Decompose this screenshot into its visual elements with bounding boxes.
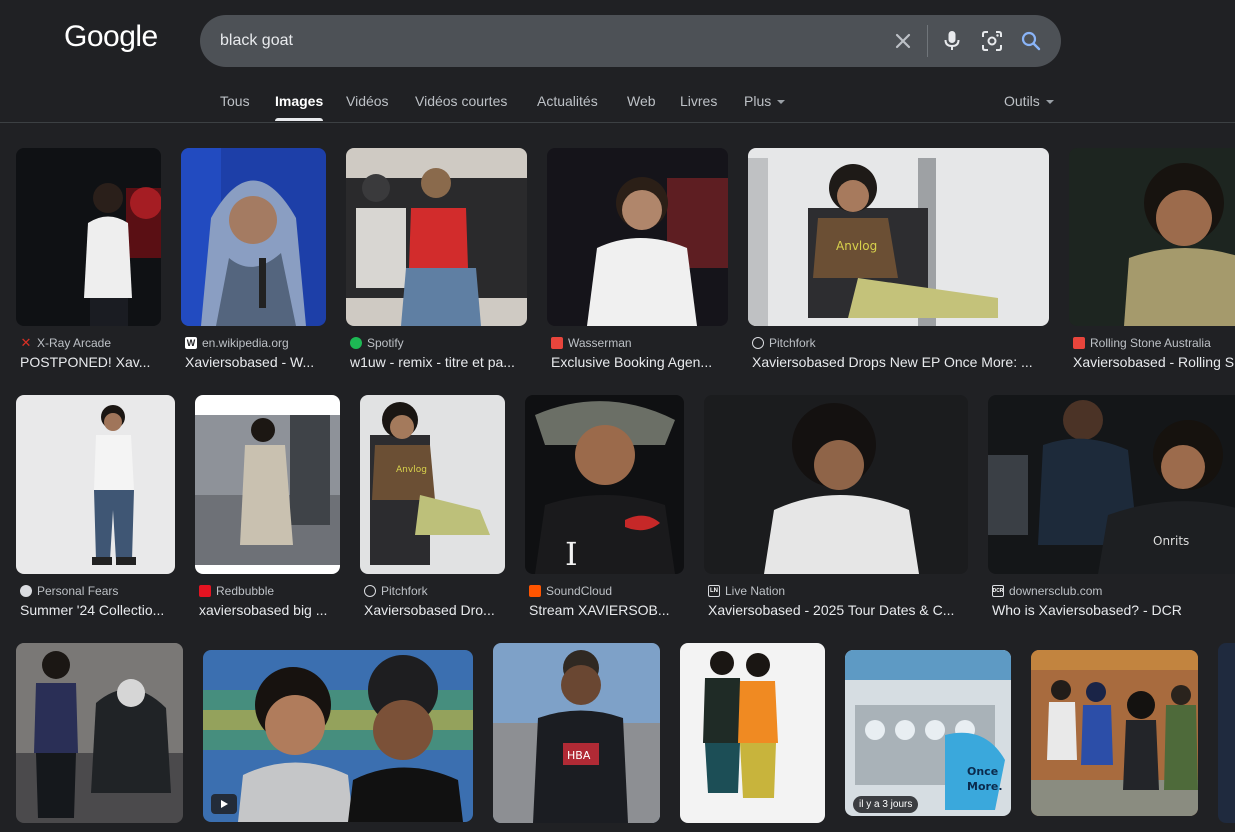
search-divider: [927, 25, 928, 57]
lens-icon[interactable]: [978, 27, 1006, 55]
result-thumbnail[interactable]: [1218, 643, 1235, 823]
search-box[interactable]: [200, 15, 1061, 67]
soundcloud-icon: [529, 585, 541, 597]
pitchfork-icon: [364, 585, 376, 597]
search-icon[interactable]: [1017, 27, 1045, 55]
google-logo[interactable]: Google: [64, 20, 158, 54]
result-source: SoundCloud: [529, 584, 684, 598]
result-source: Spotify: [350, 336, 527, 350]
result-source: Wasserman: [551, 336, 728, 350]
result-source: Wen.wikipedia.org: [185, 336, 289, 350]
svg-text:I: I: [565, 535, 578, 573]
clear-icon[interactable]: [889, 27, 917, 55]
pitchfork-icon: [752, 337, 764, 349]
result-thumbnail[interactable]: [547, 148, 728, 326]
result-thumbnail[interactable]: Anvlog: [360, 395, 505, 574]
tab-plus[interactable]: Plus: [744, 93, 786, 109]
result-thumbnail[interactable]: Onrits: [988, 395, 1235, 574]
microphone-icon[interactable]: [938, 27, 966, 55]
play-icon: [211, 794, 237, 814]
svg-text:Onrits: Onrits: [1153, 534, 1189, 548]
result-title[interactable]: POSTPONED! Xav...: [20, 354, 161, 370]
result-title[interactable]: Xaviersobased - W...: [185, 354, 326, 370]
result-thumbnail[interactable]: [203, 650, 473, 822]
tools-button[interactable]: Outils: [1004, 93, 1054, 109]
result-title[interactable]: Xaviersobased Drops New EP Once More: ..…: [752, 354, 1049, 370]
svg-text:Anvlog: Anvlog: [396, 465, 427, 475]
result-thumbnail[interactable]: [195, 395, 340, 574]
result-thumbnail[interactable]: [680, 643, 825, 823]
result-source: Redbubble: [199, 584, 340, 598]
result-thumbnail[interactable]: [346, 148, 527, 326]
wikipedia-icon: W: [185, 337, 197, 349]
result-thumbnail[interactable]: [1031, 650, 1198, 816]
tab-videos-courtes[interactable]: Vidéos courtes: [415, 93, 507, 109]
downersclub-icon: DCR: [992, 585, 1004, 597]
wasserman-icon: [551, 337, 563, 349]
active-tab-indicator: [275, 118, 323, 121]
result-source: Pitchfork: [752, 336, 1049, 350]
result-thumbnail[interactable]: [704, 395, 968, 574]
result-title[interactable]: w1uw - remix - titre et pa...: [350, 354, 527, 370]
search-input[interactable]: [220, 28, 860, 54]
result-thumbnail[interactable]: [181, 148, 326, 326]
svg-text:HBA: HBA: [567, 749, 591, 762]
result-title[interactable]: Who is Xaviersobased? - DCR: [992, 602, 1235, 618]
result-title[interactable]: Stream XAVIERSOB...: [529, 602, 684, 618]
result-thumbnail[interactable]: [16, 395, 175, 574]
svg-text:More.: More.: [967, 780, 1003, 793]
result-title[interactable]: Xaviersobased Dro...: [364, 602, 505, 618]
tab-tous[interactable]: Tous: [220, 93, 250, 109]
live-nation-icon: LN: [708, 585, 720, 597]
result-thumbnail[interactable]: I: [525, 395, 684, 574]
search-tabs: Tous Images Vidéos Vidéos courtes Actual…: [0, 80, 1235, 123]
result-source: ✕ X-Ray Arcade: [20, 336, 112, 350]
result-thumbnail[interactable]: Anvlog: [748, 148, 1049, 326]
svg-text:Once: Once: [967, 765, 998, 778]
date-badge: il y a 3 jours: [853, 796, 919, 813]
header: Google Tous Images Vidéos Vidéos courtes…: [0, 0, 1235, 123]
result-thumbnail[interactable]: Once More. il y a 3 jours: [845, 650, 1011, 816]
tab-plus-label: Plus: [744, 93, 772, 109]
tab-images[interactable]: Images: [275, 93, 323, 109]
tab-videos[interactable]: Vidéos: [346, 93, 389, 109]
result-source: Rolling Stone Australia: [1073, 336, 1235, 350]
svg-text:Anvlog: Anvlog: [836, 239, 877, 253]
result-thumbnail[interactable]: [16, 148, 161, 326]
result-source: LN Live Nation: [708, 584, 786, 598]
chevron-down-icon: [1045, 100, 1054, 105]
result-title[interactable]: Exclusive Booking Agen...: [551, 354, 728, 370]
rolling-stone-icon: [1073, 337, 1085, 349]
result-title[interactable]: Xaviersobased - Rolling S: [1073, 354, 1235, 370]
tools-label: Outils: [1004, 93, 1040, 109]
personal-fears-icon: [20, 585, 32, 597]
result-title[interactable]: Summer '24 Collectio...: [20, 602, 175, 618]
result-thumbnail[interactable]: [16, 643, 183, 823]
spotify-icon: [350, 337, 362, 349]
result-title[interactable]: xaviersobased big ...: [199, 602, 340, 618]
result-thumbnail[interactable]: HBA: [493, 643, 660, 823]
result-source: Pitchfork: [364, 584, 505, 598]
tab-web[interactable]: Web: [627, 93, 656, 109]
tab-livres[interactable]: Livres: [680, 93, 717, 109]
result-thumbnail[interactable]: [1069, 148, 1235, 326]
tab-actualites[interactable]: Actualités: [537, 93, 598, 109]
result-source: DCR downersclub.com: [992, 584, 1103, 598]
redbubble-icon: [199, 585, 211, 597]
result-title[interactable]: Xaviersobased - 2025 Tour Dates & C...: [708, 602, 968, 618]
chevron-down-icon: [777, 100, 786, 105]
result-source: Personal Fears: [20, 584, 175, 598]
x-icon: ✕: [20, 336, 32, 350]
